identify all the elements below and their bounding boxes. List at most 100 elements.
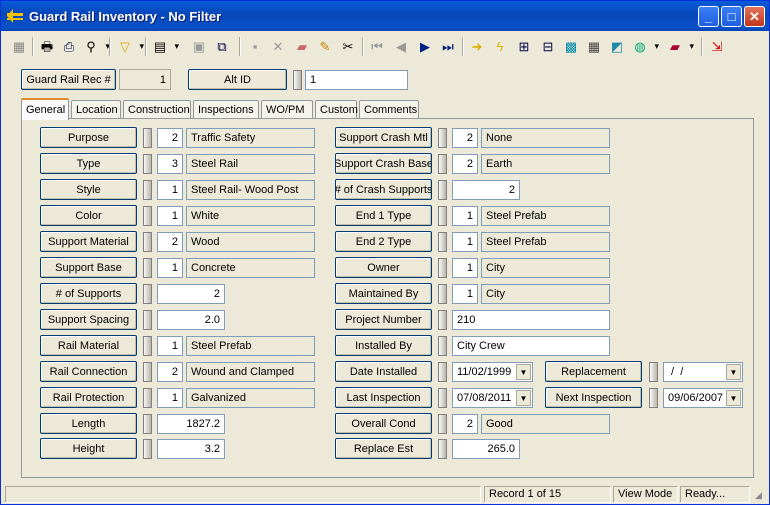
support-material-code-field[interactable]: 2	[157, 232, 183, 252]
field-grip[interactable]	[143, 154, 152, 174]
close-button[interactable]: ✕	[744, 6, 765, 27]
replacement-button[interactable]: Replacement	[545, 361, 642, 382]
field-grip[interactable]	[293, 70, 302, 90]
properties-icon[interactable]: ▣	[189, 36, 209, 57]
support-base-code-field[interactable]: 1	[157, 258, 183, 278]
tab-comments[interactable]: Comments	[359, 100, 419, 119]
hierarchy-icon[interactable]: ⊟	[538, 36, 558, 57]
print-preview-icon[interactable]: ⎙	[59, 36, 79, 57]
num-crash-supports-button[interactable]: # of Crash Supports	[335, 179, 432, 200]
minimize-button[interactable]: _	[698, 6, 719, 27]
style-button[interactable]: Style	[40, 179, 137, 200]
field-grip[interactable]	[143, 439, 152, 459]
exit-icon[interactable]: ⇲	[707, 36, 727, 57]
end-2-type-code-field[interactable]: 1	[452, 232, 478, 252]
guard-rail-rec-button[interactable]: Guard Rail Rec #	[21, 69, 116, 90]
field-grip[interactable]	[438, 154, 447, 174]
field-grip[interactable]	[143, 388, 152, 408]
tab-location[interactable]: Location	[71, 100, 121, 119]
resize-grip-icon[interactable]: ◢	[755, 490, 762, 501]
globe-icon[interactable]: ◍	[630, 36, 659, 57]
edit-pencil-icon[interactable]: ✎	[315, 36, 335, 57]
field-grip[interactable]	[438, 310, 447, 330]
title-bar[interactable]: Guard Rail Inventory - No Filter _ □ ✕	[1, 1, 769, 31]
replacement-picker[interactable]: / / ▼	[663, 362, 743, 382]
copy-record-icon[interactable]: ▤	[150, 36, 179, 57]
field-grip[interactable]	[143, 284, 152, 304]
alt-id-field[interactable]: 1	[305, 70, 408, 90]
calculator-icon[interactable]: ▦	[584, 36, 604, 57]
field-grip[interactable]	[438, 180, 447, 200]
maintained-by-button[interactable]: Maintained By	[335, 283, 432, 304]
field-grip[interactable]	[143, 310, 152, 330]
chevron-down-icon[interactable]: ▼	[726, 364, 741, 380]
owner-code-field[interactable]: 1	[452, 258, 478, 278]
delete-icon[interactable]: ✕	[268, 36, 288, 57]
save-icon[interactable]: ▪	[245, 36, 265, 57]
support-crash-mtl-code-field[interactable]: 2	[452, 128, 478, 148]
end-2-type-button[interactable]: End 2 Type	[335, 231, 432, 252]
project-number-field[interactable]: 210	[452, 310, 610, 330]
filter-icon[interactable]: ▽	[115, 36, 144, 57]
field-grip[interactable]	[438, 362, 447, 382]
rail-connection-button[interactable]: Rail Connection	[40, 361, 137, 382]
tab-general[interactable]: General	[21, 98, 69, 120]
end-1-type-button[interactable]: End 1 Type	[335, 205, 432, 226]
chevron-down-icon[interactable]: ▼	[516, 364, 531, 380]
rail-connection-code-field[interactable]: 2	[157, 362, 183, 382]
field-grip[interactable]	[143, 232, 152, 252]
support-crash-base-button[interactable]: Support Crash Base	[335, 153, 432, 174]
field-grip[interactable]	[438, 232, 447, 252]
field-grip[interactable]	[438, 128, 447, 148]
owner-button[interactable]: Owner	[335, 257, 432, 278]
field-grip[interactable]	[438, 439, 447, 459]
print-icon[interactable]: 🖶	[37, 36, 57, 57]
map-layer-icon[interactable]: ▩	[561, 36, 581, 57]
overall-cond-code-field[interactable]: 2	[452, 414, 478, 434]
last-record-icon[interactable]: ⏭	[438, 36, 458, 57]
field-grip[interactable]	[438, 258, 447, 278]
chevron-down-icon[interactable]: ▼	[516, 390, 531, 406]
end-1-type-code-field[interactable]: 1	[452, 206, 478, 226]
date-installed-picker[interactable]: 11/02/1999 ▼	[452, 362, 533, 382]
num-supports-button[interactable]: # of Supports	[40, 283, 137, 304]
num-crash-supports-field[interactable]: 2	[452, 180, 520, 200]
date-installed-button[interactable]: Date Installed	[335, 361, 432, 382]
last-inspection-button[interactable]: Last Inspection	[335, 387, 432, 408]
field-grip[interactable]	[438, 388, 447, 408]
maintained-by-code-field[interactable]: 1	[452, 284, 478, 304]
next-record-icon[interactable]: ▶	[415, 36, 435, 57]
tab-inspections[interactable]: Inspections	[193, 100, 259, 119]
field-grip[interactable]	[438, 336, 447, 356]
book-icon[interactable]: ▰	[665, 36, 694, 57]
replace-est-button[interactable]: Replace Est	[335, 438, 432, 459]
binoculars-find-icon[interactable]: ⚲	[81, 36, 110, 57]
attach-book-icon[interactable]: ▰	[292, 36, 312, 57]
height-button[interactable]: Height	[40, 438, 137, 459]
field-grip[interactable]	[649, 388, 658, 408]
rail-material-button[interactable]: Rail Material	[40, 335, 137, 356]
length-field[interactable]: 1827.2	[157, 414, 225, 434]
rail-material-code-field[interactable]: 1	[157, 336, 183, 356]
rail-protection-button[interactable]: Rail Protection	[40, 387, 137, 408]
field-grip[interactable]	[438, 206, 447, 226]
support-crash-mtl-button[interactable]: Support Crash Mtl	[335, 127, 432, 148]
last-inspection-picker[interactable]: 07/08/2011 ▼	[452, 388, 533, 408]
project-number-button[interactable]: Project Number	[335, 309, 432, 330]
field-grip[interactable]	[438, 284, 447, 304]
support-spacing-button[interactable]: Support Spacing	[40, 309, 137, 330]
field-grip[interactable]	[143, 128, 152, 148]
map-icon[interactable]: ◩	[607, 36, 627, 57]
support-material-button[interactable]: Support Material	[40, 231, 137, 252]
purpose-button[interactable]: Purpose	[40, 127, 137, 148]
previous-record-icon[interactable]: ◀	[391, 36, 411, 57]
style-code-field[interactable]: 1	[157, 180, 183, 200]
field-grip[interactable]	[438, 414, 447, 434]
arrow-right-icon[interactable]: ➜	[467, 36, 487, 57]
purpose-code-field[interactable]: 2	[157, 128, 183, 148]
field-grip[interactable]	[649, 362, 658, 382]
num-supports-field[interactable]: 2	[157, 284, 225, 304]
tab-wo-pm[interactable]: WO/PM	[261, 100, 313, 119]
color-button[interactable]: Color	[40, 205, 137, 226]
field-grip[interactable]	[143, 336, 152, 356]
